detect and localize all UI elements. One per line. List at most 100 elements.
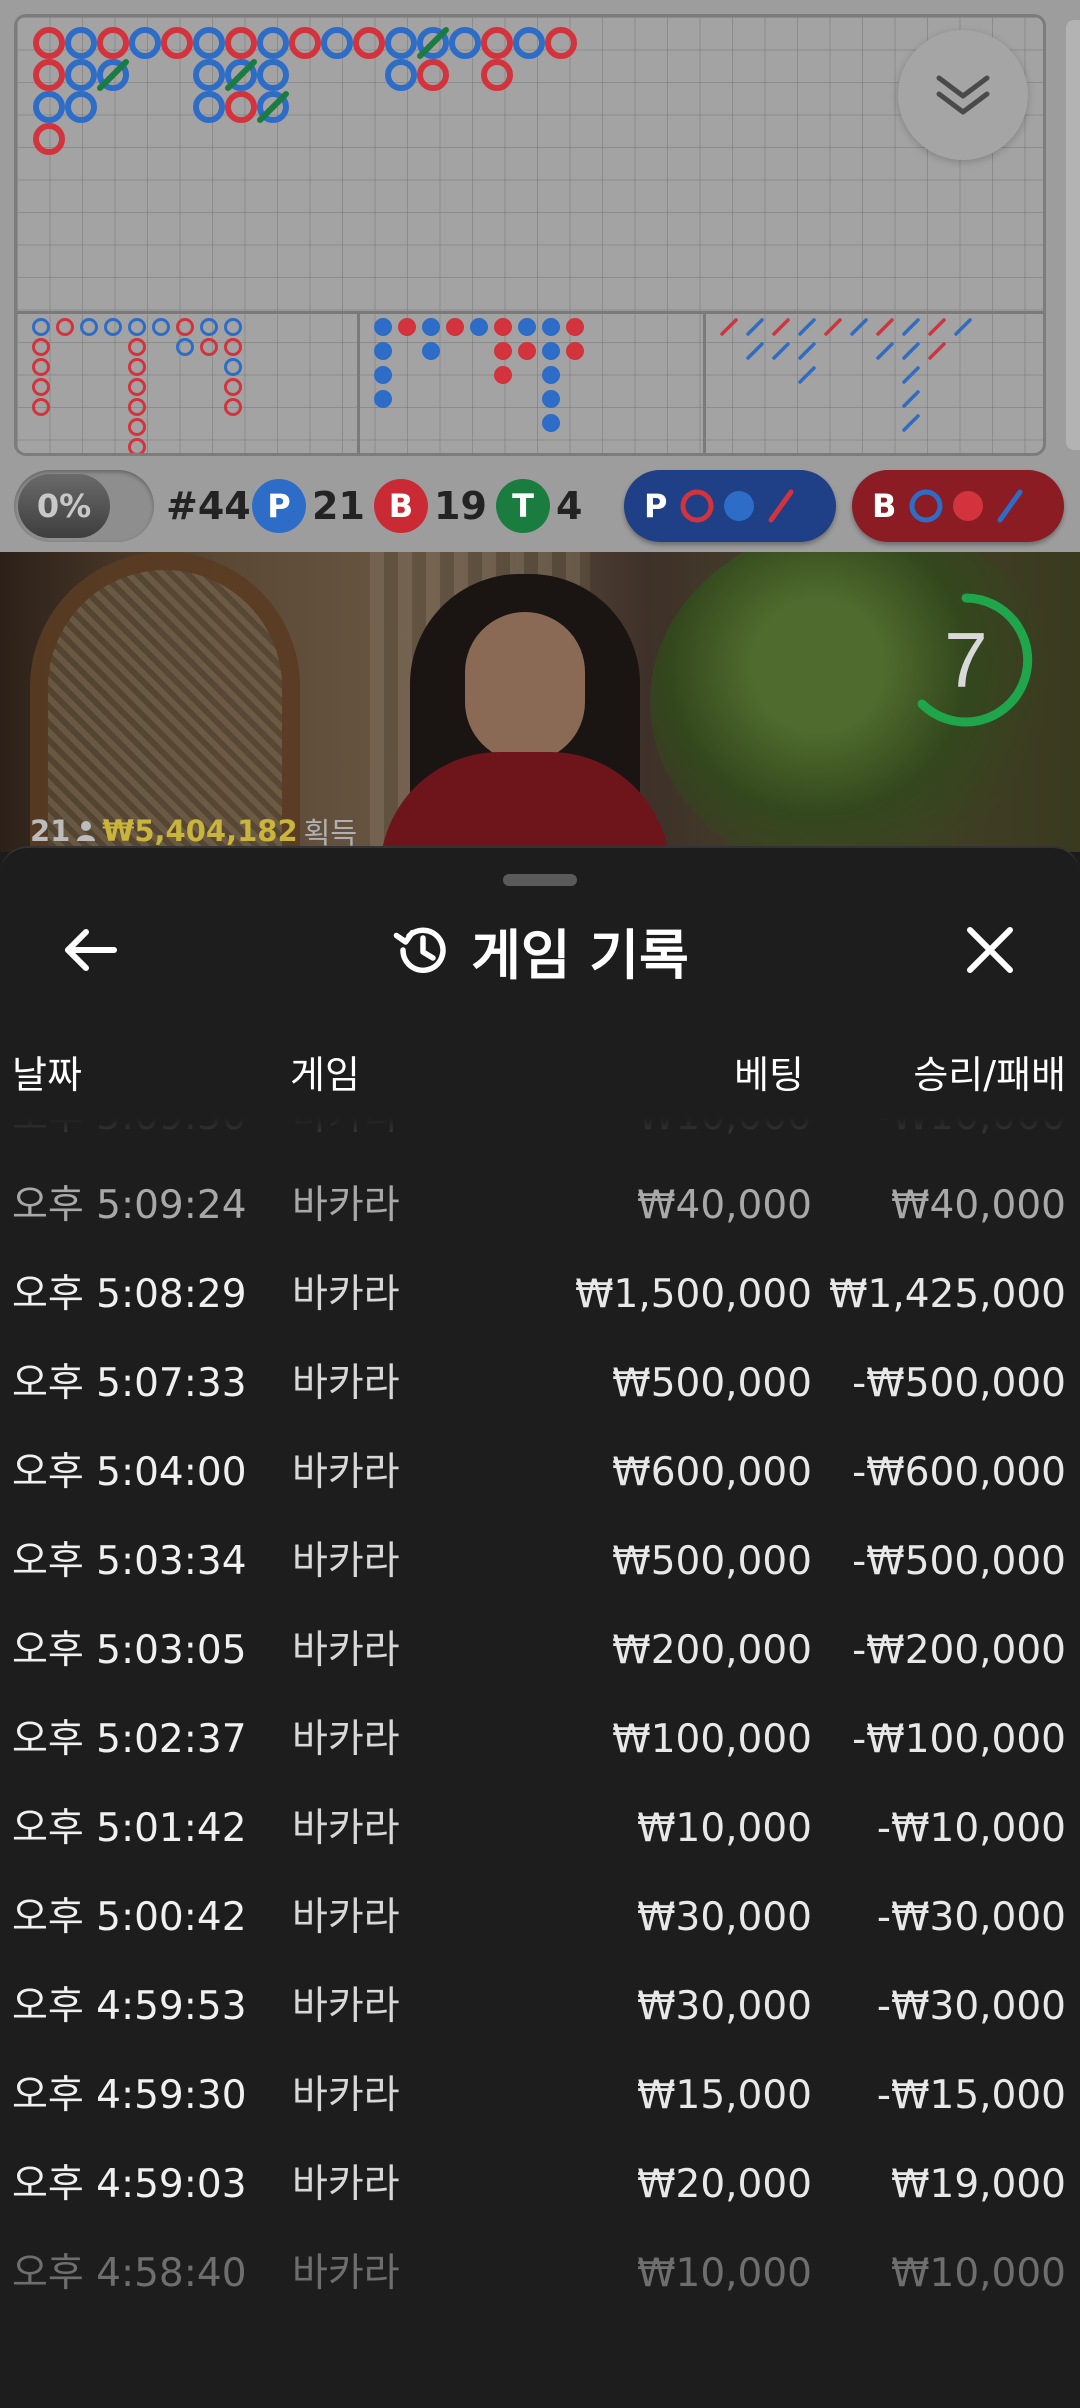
banker-badge: B <box>374 479 428 533</box>
road-marker <box>33 27 65 59</box>
predict-player-letter: P <box>644 487 668 525</box>
road-marker <box>97 27 129 59</box>
history-row[interactable]: 오후 5:09:24 바카라 ₩40,000 ₩40,000 <box>0 1161 1080 1250</box>
road-marker <box>104 318 122 336</box>
road-marker <box>129 27 161 59</box>
game-history-sheet: 게임 기록 날짜 게임 베팅 승리/패배 오후 5:09:50 바카라 ₩10,… <box>0 846 1080 2408</box>
road-marker <box>32 358 50 376</box>
percent-toggle[interactable]: 0% <box>14 470 154 542</box>
predict-banker-letter: B <box>872 487 897 525</box>
road-marker <box>33 91 65 123</box>
road-marker <box>374 342 392 360</box>
row-result: -₩100,000 <box>852 1717 1066 1762</box>
row-bet: ₩30,000 <box>636 1984 812 2029</box>
road-marker <box>513 27 545 59</box>
history-icon <box>393 927 446 973</box>
row-bet: ₩500,000 <box>612 1539 812 1584</box>
row-bet: ₩15,000 <box>636 2073 812 2118</box>
history-row[interactable]: 오후 4:58:40 바카라 ₩10,000 ₩10,000 <box>0 2229 1080 2318</box>
close-button[interactable] <box>950 910 1030 990</box>
road-marker <box>225 91 257 123</box>
road-marker <box>746 318 764 336</box>
row-game: 바카라 <box>292 1272 400 1317</box>
dealer-image <box>465 612 585 762</box>
road-marker <box>224 318 242 336</box>
viewer-count: 21 <box>30 814 71 848</box>
road-marker <box>772 342 790 360</box>
row-result: -₩10,000 <box>877 1118 1066 1161</box>
row-bet: ₩10,000 <box>637 1118 812 1161</box>
road-marker <box>161 27 193 59</box>
road-marker <box>80 318 98 336</box>
history-row[interactable]: 오후 5:07:33 바카라 ₩500,000 -₩500,000 <box>0 1339 1080 1428</box>
row-game: 바카라 <box>292 2162 400 2207</box>
road-marker <box>850 318 868 336</box>
road-marker <box>257 27 289 59</box>
history-row[interactable]: 오후 5:08:29 바카라 ₩1,500,000 ₩1,425,000 <box>0 1250 1080 1339</box>
road-marker <box>902 414 920 432</box>
history-row[interactable]: 오후 4:59:53 바카라 ₩30,000 -₩30,000 <box>0 1962 1080 2051</box>
side-panel-edge[interactable] <box>1066 20 1080 450</box>
row-time: 오후 5:07:33 <box>12 1361 247 1406</box>
row-result: ₩19,000 <box>890 2162 1066 2207</box>
collapse-roadmap-button[interactable] <box>898 30 1028 160</box>
column-header-bet: 베팅 <box>734 1053 804 1097</box>
row-bet: ₩10,000 <box>636 2251 812 2296</box>
history-row[interactable]: 오후 5:04:00 바카라 ₩600,000 -₩600,000 <box>0 1428 1080 1517</box>
road-marker <box>385 27 417 59</box>
road-marker <box>928 318 946 336</box>
road-marker <box>65 59 97 91</box>
winnings-amount: ₩5,404,182 <box>102 814 298 848</box>
history-row[interactable]: 오후 5:02:37 바카라 ₩100,000 -₩100,000 <box>0 1695 1080 1784</box>
road-marker <box>224 378 242 396</box>
road-marker <box>470 318 488 336</box>
row-time: 오후 5:03:34 <box>12 1539 247 1584</box>
row-time: 오후 5:03:05 <box>12 1628 247 1673</box>
player-predict-button[interactable]: P <box>624 470 836 542</box>
column-header-result: 승리/패배 <box>913 1053 1066 1097</box>
row-time: 오후 4:58:40 <box>12 2251 247 2296</box>
roadmap-board[interactable] <box>14 14 1046 456</box>
row-game: 바카라 <box>292 1984 400 2029</box>
tie-count: 4 <box>556 484 583 528</box>
history-row[interactable]: 오후 5:09:50 바카라 ₩10,000 -₩10,000 <box>0 1118 1080 1161</box>
prediction-markers-icon <box>680 489 794 523</box>
history-row[interactable]: 오후 5:03:34 바카라 ₩500,000 -₩500,000 <box>0 1517 1080 1606</box>
tie-badge: T <box>496 479 550 533</box>
prediction-markers-icon <box>909 489 1023 523</box>
row-time: 오후 4:59:03 <box>12 2162 247 2207</box>
row-bet: ₩20,000 <box>636 2162 812 2207</box>
road-marker <box>176 338 194 356</box>
row-bet: ₩100,000 <box>612 1717 812 1762</box>
history-list[interactable]: 오후 5:09:50 바카라 ₩10,000 -₩10,000 오후 5:09:… <box>0 1118 1080 2408</box>
banker-predict-button[interactable]: B <box>852 470 1064 542</box>
history-row[interactable]: 오후 4:59:03 바카라 ₩20,000 ₩19,000 <box>0 2140 1080 2229</box>
column-header-date: 날짜 <box>12 1053 82 1097</box>
road-marker <box>542 318 560 336</box>
road-marker <box>542 342 560 360</box>
sheet-header: 게임 기록 <box>0 908 1080 992</box>
road-marker <box>374 390 392 408</box>
roadmap-markers <box>32 27 972 453</box>
back-button[interactable] <box>50 910 130 990</box>
road-marker <box>902 318 920 336</box>
road-marker <box>321 27 353 59</box>
road-marker <box>398 318 416 336</box>
live-video[interactable]: 7 21 ₩5,404,182 획득 <box>0 552 1080 852</box>
history-row[interactable]: 오후 5:01:42 바카라 ₩10,000 -₩10,000 <box>0 1784 1080 1873</box>
road-marker <box>446 318 464 336</box>
road-marker <box>225 27 257 59</box>
column-header-game: 게임 <box>290 1053 360 1097</box>
road-marker <box>481 27 513 59</box>
close-icon <box>967 927 1013 973</box>
road-marker <box>224 398 242 416</box>
road-marker <box>224 358 242 376</box>
sheet-drag-handle[interactable] <box>503 874 577 886</box>
history-row[interactable]: 오후 5:00:42 바카라 ₩30,000 -₩30,000 <box>0 1873 1080 1962</box>
row-time: 오후 5:04:00 <box>12 1450 247 1495</box>
road-marker <box>152 318 170 336</box>
history-row[interactable]: 오후 4:59:30 바카라 ₩15,000 -₩15,000 <box>0 2051 1080 2140</box>
history-row[interactable]: 오후 5:03:05 바카라 ₩200,000 -₩200,000 <box>0 1606 1080 1695</box>
row-game: 바카라 <box>292 1183 400 1228</box>
row-result: ₩10,000 <box>890 2251 1066 2296</box>
